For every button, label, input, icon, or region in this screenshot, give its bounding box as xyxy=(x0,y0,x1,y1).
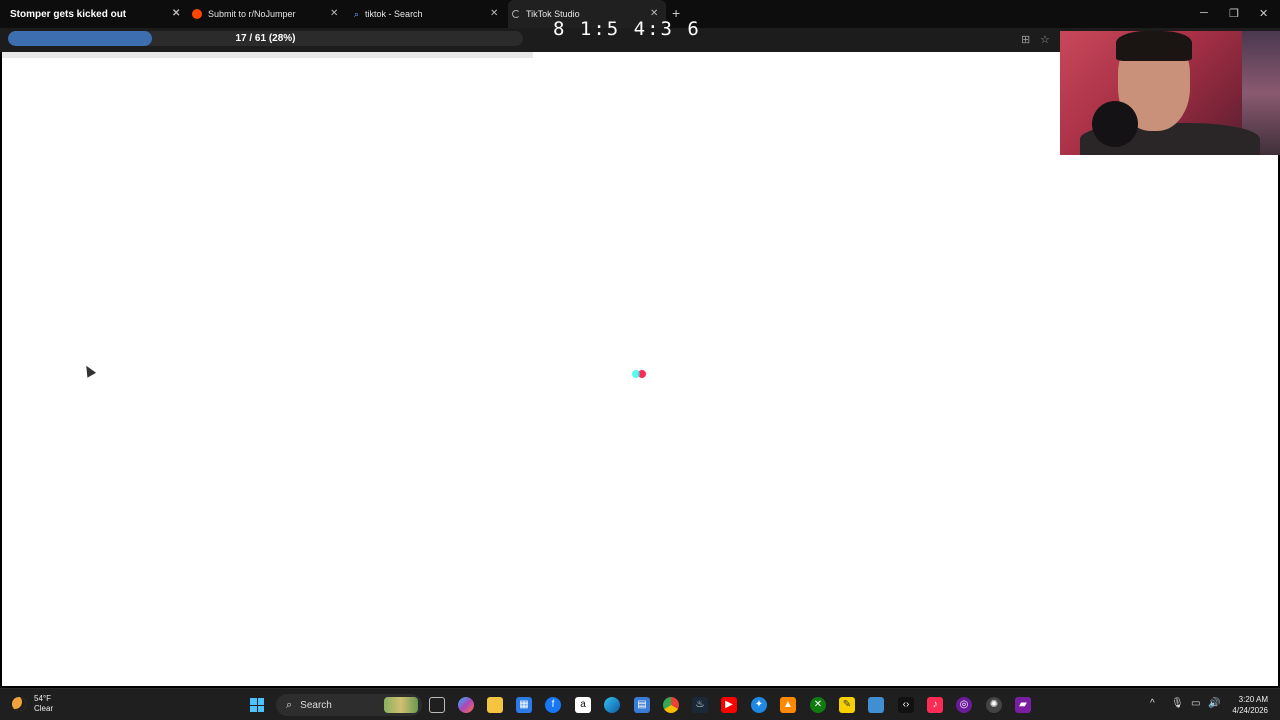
favorite-star-icon[interactable]: ☆ xyxy=(1040,33,1050,46)
loader-dot-cyan xyxy=(632,370,640,378)
search-highlight-image xyxy=(384,697,418,713)
task-view-icon[interactable] xyxy=(429,697,445,713)
tiktok-icon[interactable]: ♪ xyxy=(927,697,943,713)
code-icon[interactable]: ‹› xyxy=(898,697,914,713)
microphone xyxy=(1092,101,1138,147)
clapper-icon[interactable]: ▰ xyxy=(1015,697,1031,713)
webcam-overlay xyxy=(1060,31,1280,155)
chrome-icon[interactable] xyxy=(663,697,679,713)
calculator-icon[interactable]: ▤ xyxy=(634,697,650,713)
system-clock[interactable]: 3:20 AM 4/24/2026 xyxy=(1226,694,1268,716)
store-icon[interactable]: ▦ xyxy=(516,697,532,713)
close-icon[interactable]: ✕ xyxy=(172,8,180,19)
windows-taskbar: 54°F Clear ⌕ Search ▦ f a ▤ ♨ ▶ ✦ ▲ ✕ ✎ … xyxy=(0,688,1280,720)
search-label: Search xyxy=(300,699,332,711)
xbox-icon[interactable]: ✕ xyxy=(810,697,826,713)
progress-label: 17 / 61 (28%) xyxy=(235,33,296,44)
reddit-icon xyxy=(192,9,202,19)
split-screen-icon[interactable]: ⊞ xyxy=(1021,33,1030,46)
close-window-icon[interactable]: ✕ xyxy=(1259,7,1268,20)
loading-spinner-icon xyxy=(512,10,520,18)
chatgpt-icon[interactable]: ✺ xyxy=(986,697,1002,713)
countdown-timer: 8 1:5 4:3 6 xyxy=(553,18,701,40)
weather-condition: Clear xyxy=(34,704,54,713)
chevron-up-icon[interactable]: ^ xyxy=(1150,698,1155,709)
windows-start-icon[interactable] xyxy=(250,698,264,712)
app-icon[interactable] xyxy=(868,697,884,713)
facebook-icon[interactable]: f xyxy=(545,697,561,713)
network-icon[interactable]: ▭ xyxy=(1191,698,1200,709)
restore-icon[interactable]: ❐ xyxy=(1229,7,1239,20)
amazon-icon[interactable]: a xyxy=(575,697,591,713)
youtube-icon[interactable]: ▶ xyxy=(721,697,737,713)
person-hair xyxy=(1116,31,1192,61)
clock-date: 4/24/2026 xyxy=(1232,706,1268,715)
close-icon[interactable]: ✕ xyxy=(330,8,338,19)
weather-widget[interactable]: 54°F Clear xyxy=(12,694,53,714)
tab-nojumper[interactable]: Submit to r/NoJumper ✕ xyxy=(190,0,345,28)
steam-icon[interactable]: ♨ xyxy=(692,697,708,713)
app-icon[interactable]: ◎ xyxy=(956,697,972,713)
copilot-icon[interactable] xyxy=(458,697,474,713)
mouse-cursor-icon xyxy=(81,363,97,378)
close-icon[interactable]: ✕ xyxy=(490,8,498,19)
file-explorer-icon[interactable] xyxy=(487,697,503,713)
microphone-icon[interactable]: 🎙 xyxy=(1171,698,1184,709)
search-icon: ⌕ xyxy=(286,698,293,711)
tiktok-loading-indicator xyxy=(632,365,646,383)
clock-time: 3:20 AM xyxy=(1238,695,1268,704)
tab-stomper[interactable]: Stomper gets kicked out ✕ xyxy=(0,0,185,28)
search-icon: ⌕ xyxy=(354,9,360,19)
minimize-icon[interactable]: ─ xyxy=(1200,7,1208,19)
weather-temp: 54°F xyxy=(34,694,51,703)
volume-icon[interactable]: 🔊 xyxy=(1208,698,1220,709)
tab-label: Stomper gets kicked out xyxy=(10,8,127,20)
loading-strip xyxy=(2,52,533,58)
tab-tiktok-search[interactable]: ⌕ tiktok - Search ✕ xyxy=(350,0,505,28)
moon-icon xyxy=(12,697,26,711)
edge-icon[interactable] xyxy=(604,697,620,713)
app-icon[interactable]: ✦ xyxy=(751,697,767,713)
sticky-notes-icon[interactable]: ✎ xyxy=(839,697,855,713)
tab-label: tiktok - Search xyxy=(365,9,423,19)
vlc-icon[interactable]: ▲ xyxy=(780,697,796,713)
tab-label: Submit to r/NoJumper xyxy=(208,9,296,19)
